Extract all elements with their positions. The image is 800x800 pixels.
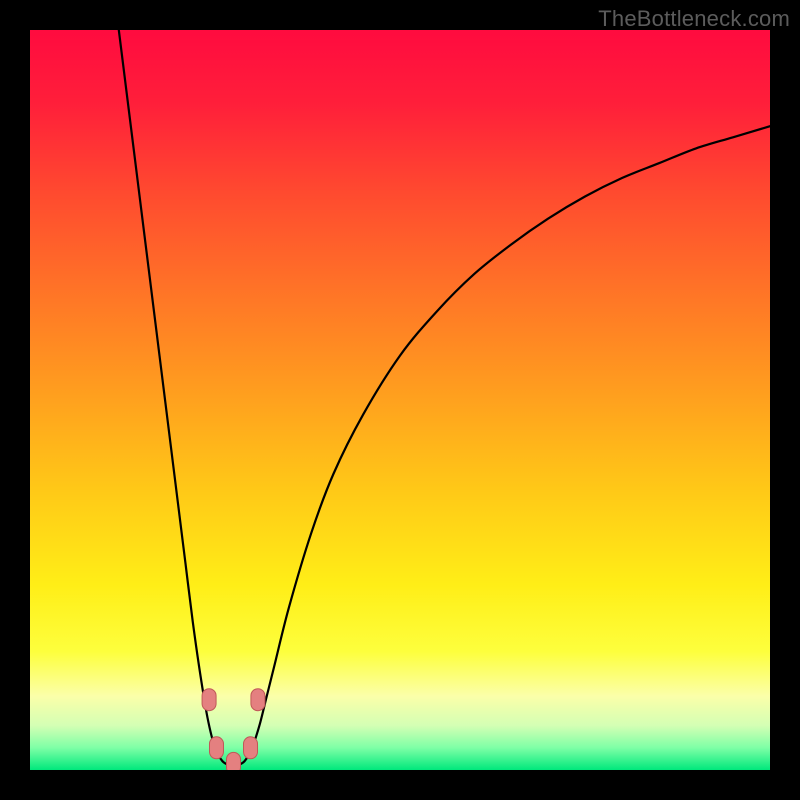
curve-marker	[244, 737, 258, 759]
watermark-text: TheBottleneck.com	[598, 6, 790, 32]
curve-marker	[251, 689, 265, 711]
curve-marker	[227, 752, 241, 770]
heat-background	[30, 30, 770, 770]
curve-marker	[209, 737, 223, 759]
bottleneck-chart	[30, 30, 770, 770]
curve-marker	[202, 689, 216, 711]
chart-frame	[30, 30, 770, 770]
